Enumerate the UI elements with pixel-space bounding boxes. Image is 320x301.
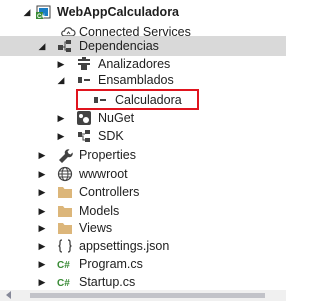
expand-arrow-icon[interactable]: ▶ (37, 218, 47, 238)
program-label: Program.cs (79, 257, 143, 271)
tree-item-startup[interactable]: ▶ C# Startup.cs (0, 272, 286, 292)
tree-item-nuget[interactable]: ▶ NuGet (0, 108, 286, 128)
properties-label: Properties (79, 148, 136, 162)
csharp-file-icon: C# (57, 256, 73, 272)
json-file-icon (57, 238, 73, 254)
tree-item-project[interactable]: ◢ C# WebAppCalculadora (0, 2, 286, 22)
svg-text:C#: C# (57, 260, 70, 271)
expand-arrow-icon[interactable]: ▶ (37, 164, 47, 184)
dependencies-icon (57, 38, 73, 54)
expand-arrow-icon[interactable]: ▶ (56, 108, 66, 128)
tree-item-program[interactable]: ▶ C# Program.cs (0, 254, 286, 274)
collapse-arrow-icon[interactable]: ◢ (22, 2, 32, 22)
project-label: WebAppCalculadora (57, 5, 180, 19)
nuget-icon (76, 110, 92, 126)
csharp-project-icon: C# (36, 4, 52, 20)
expand-arrow-icon[interactable]: ▶ (37, 182, 47, 202)
tree-item-ensamblados[interactable]: ◢ Ensamblados (0, 70, 286, 90)
expand-arrow-icon[interactable]: ▶ (37, 236, 47, 256)
tree-item-sdk[interactable]: ▶ SDK (0, 126, 286, 146)
sdk-icon (76, 128, 92, 144)
sdk-label: SDK (98, 129, 124, 143)
expand-arrow-icon[interactable]: ▶ (37, 272, 47, 292)
collapse-arrow-icon[interactable]: ◢ (37, 36, 47, 56)
horizontal-scrollbar[interactable] (0, 290, 286, 301)
tree-item-appsettings[interactable]: ▶ appsettings.json (0, 236, 286, 256)
ensamblados-label: Ensamblados (98, 73, 174, 87)
scrollbar-thumb[interactable] (30, 293, 265, 298)
wrench-icon (57, 147, 73, 163)
svg-text:C#: C# (57, 278, 70, 289)
globe-icon (57, 166, 73, 182)
folder-icon (57, 220, 73, 236)
views-label: Views (79, 221, 113, 235)
collapse-arrow-icon[interactable]: ◢ (56, 70, 66, 90)
assembly-icon (76, 72, 92, 88)
expand-arrow-icon[interactable]: ▶ (37, 254, 47, 274)
tree-item-dependencias[interactable]: ◢ Dependencias (0, 36, 286, 56)
expand-arrow-icon[interactable]: ▶ (56, 126, 66, 146)
wwwroot-label: wwwroot (79, 167, 128, 181)
dependencias-label: Dependencias (79, 39, 159, 53)
tree-item-controllers[interactable]: ▶ Controllers (0, 182, 286, 202)
highlight-annotation (76, 89, 199, 110)
folder-icon (57, 184, 73, 200)
tree-item-views[interactable]: ▶ Views (0, 218, 286, 238)
scroll-left-arrow-icon[interactable] (6, 291, 11, 299)
svg-text:C#: C# (37, 14, 45, 20)
expand-arrow-icon[interactable]: ▶ (37, 145, 47, 165)
tree-item-wwwroot[interactable]: ▶ wwwroot (0, 164, 286, 184)
solution-explorer-tree: ◢ C# WebAppCalculadora Connected Service… (0, 0, 286, 290)
appsettings-label: appsettings.json (79, 239, 170, 253)
controllers-label: Controllers (79, 185, 140, 199)
tree-item-properties[interactable]: ▶ Properties (0, 145, 286, 165)
nuget-label: NuGet (98, 111, 135, 125)
csharp-file-icon: C# (57, 274, 73, 290)
folder-icon (57, 203, 73, 219)
startup-label: Startup.cs (79, 275, 136, 289)
